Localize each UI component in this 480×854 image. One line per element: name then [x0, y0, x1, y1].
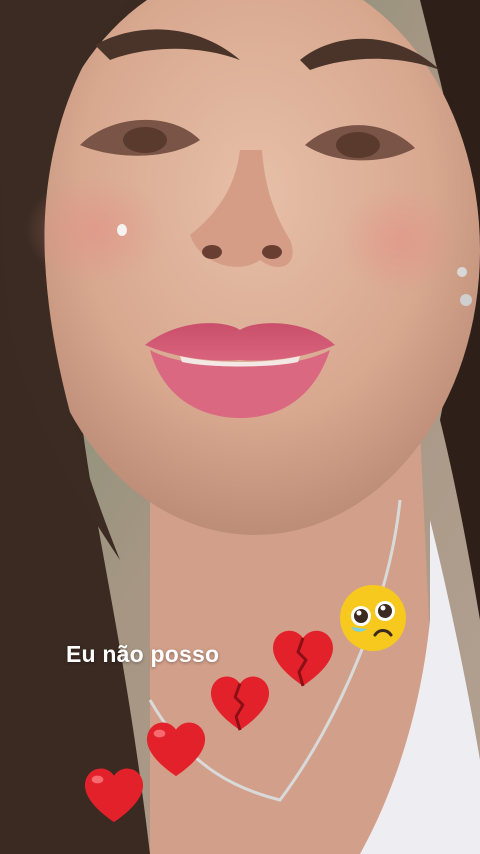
red-heart-icon[interactable] — [142, 716, 210, 780]
left-cheek — [25, 175, 165, 285]
pleading-face-emoji-icon[interactable] — [337, 583, 409, 653]
earring — [457, 267, 467, 277]
broken-heart-icon[interactable] — [268, 624, 338, 690]
red-heart-icon[interactable] — [80, 762, 148, 826]
broken-heart-icon[interactable] — [206, 670, 274, 734]
left-iris — [123, 127, 167, 153]
earring-drop — [460, 294, 472, 306]
left-nostril — [202, 245, 222, 259]
right-cheek — [340, 185, 460, 295]
story-caption[interactable]: Eu não posso — [66, 641, 219, 668]
tear — [117, 224, 127, 236]
right-nostril — [262, 245, 282, 259]
right-iris — [336, 132, 380, 158]
